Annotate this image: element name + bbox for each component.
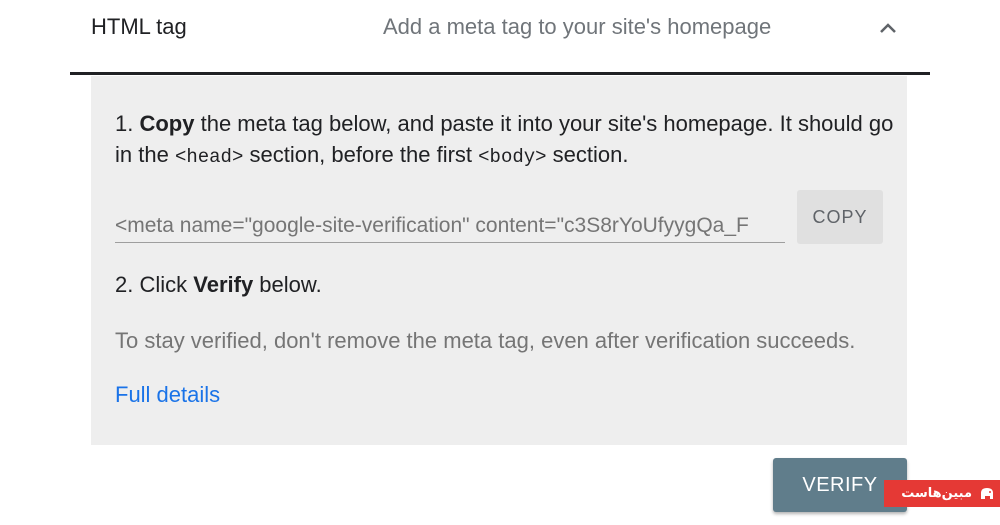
instructions-panel: 1. Copy the meta tag below, and paste it… [91,76,907,445]
body-code: <body> [478,146,547,168]
step-2-number: 2. [115,272,134,297]
step-2-instruction: 2. Click Verify below. [115,272,322,298]
stay-verified-note: To stay verified, don't remove the meta … [115,328,856,353]
step-1-instruction: 1. Copy the meta tag below, and paste it… [115,108,895,173]
full-details-link[interactable]: Full details [115,382,220,408]
method-header[interactable]: HTML tag Add a meta tag to your site's h… [70,0,930,75]
watermark-logo: مبین‌هاست [884,480,1000,507]
step-1-text-c: section. [546,142,629,167]
meta-tag-field[interactable] [115,210,785,243]
method-description: Add a meta tag to your site's homepage [383,14,772,39]
step-2-bold: Verify [193,272,254,297]
head-code: <head> [174,146,244,168]
method-title: HTML tag [91,14,187,39]
step-2-text-a: Click [133,272,194,297]
step-1-bold: Copy [139,111,195,136]
verification-method-page: HTML tag Add a meta tag to your site's h… [0,0,1000,525]
step-1-text-b: section, before the first [243,142,479,167]
collapse-button[interactable] [870,8,906,48]
watermark-text: مبین‌هاست [901,486,972,501]
step-2-text-b: below. [253,272,322,297]
step-1-number: 1. [115,111,134,136]
copy-button[interactable]: COPY [797,190,883,244]
elephant-logo-icon [981,487,993,499]
chevron-up-icon [880,23,896,33]
